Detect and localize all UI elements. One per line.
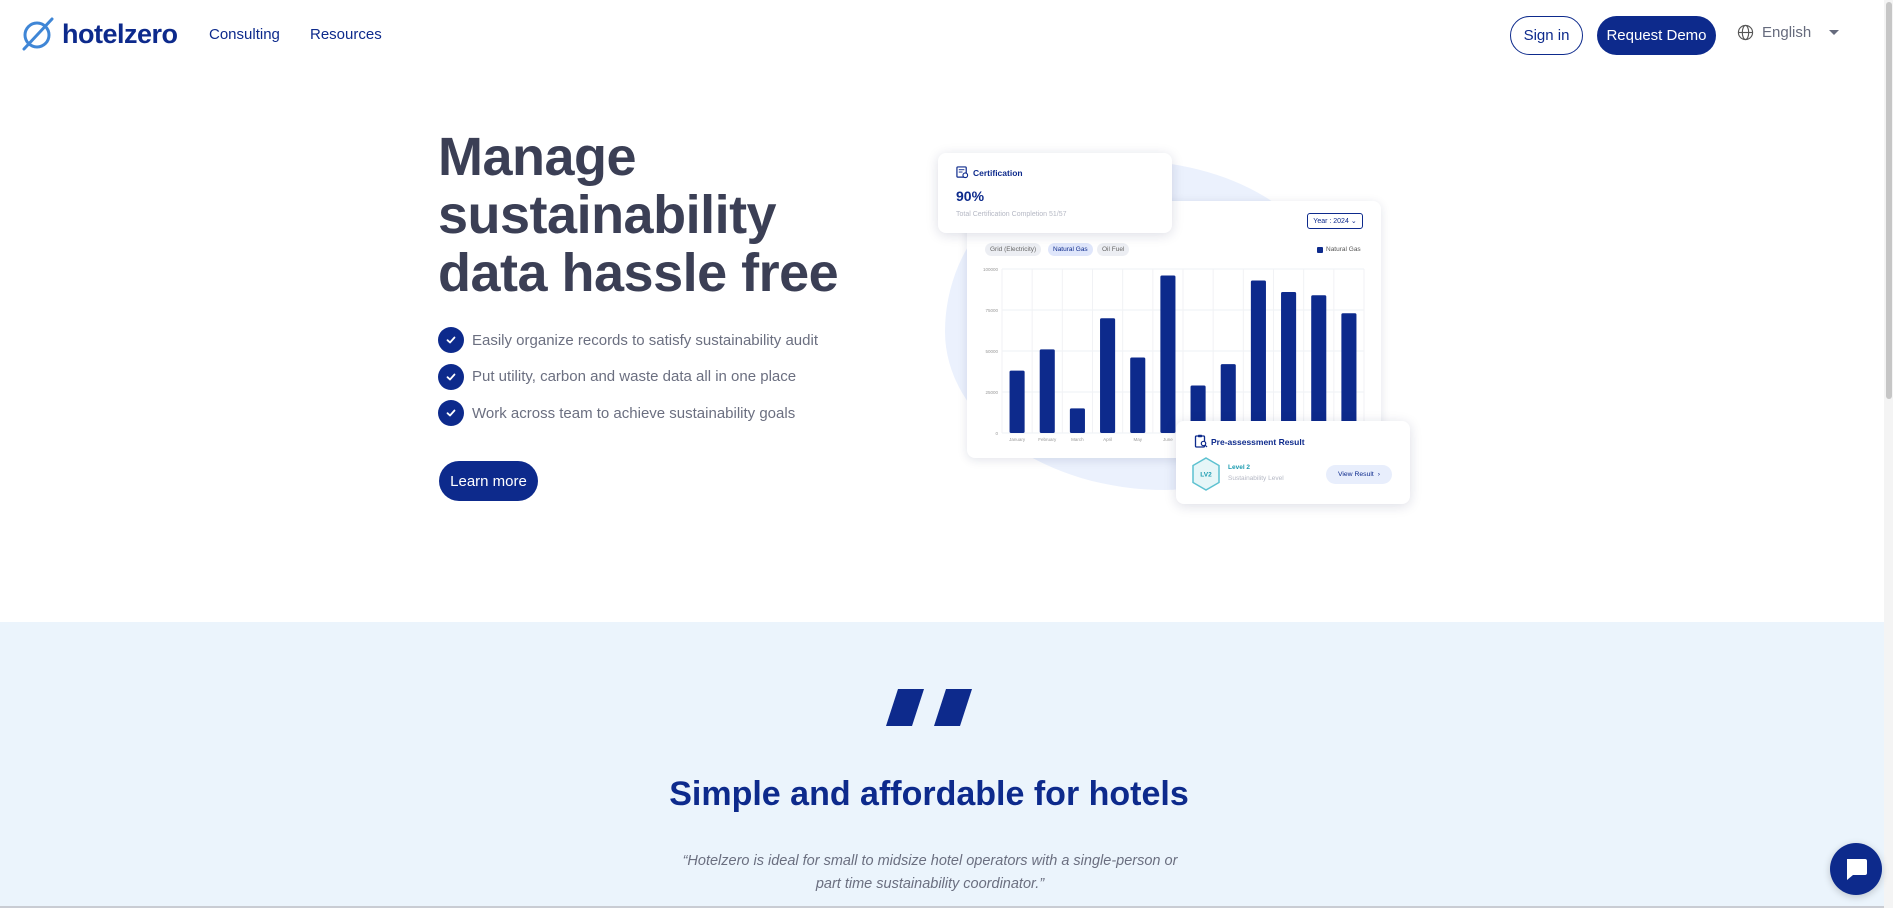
chart-bar xyxy=(1039,349,1055,433)
x-tick-label: April xyxy=(1103,437,1112,442)
check-icon xyxy=(438,327,464,353)
dashboard-chart-card: Year : 2024 ⌄ Grid (Electricity) Natural… xyxy=(967,201,1381,458)
certification-title: Certification xyxy=(973,168,1023,178)
level-badge-text: LV2 xyxy=(1200,472,1212,479)
view-result-button[interactable]: View Result › xyxy=(1326,465,1392,484)
x-tick-label: May xyxy=(1133,437,1142,442)
chart-bar xyxy=(1009,370,1025,433)
chart-bar xyxy=(1130,357,1146,433)
logo[interactable]: hotelzero xyxy=(20,16,178,52)
check-icon xyxy=(438,400,464,426)
y-tick-label: 50000 xyxy=(985,349,998,354)
check-icon xyxy=(438,363,464,390)
certification-subtitle: Total Certification Completion 51/57 xyxy=(956,211,1067,218)
y-tick-label: 25000 xyxy=(985,390,998,395)
chart-bar xyxy=(1341,313,1357,433)
y-tick-label: 0 xyxy=(995,431,998,436)
testimonial-title: Simple and affordable for hotels xyxy=(669,775,1189,813)
nav-link-consulting[interactable]: Consulting xyxy=(209,26,280,43)
chat-icon xyxy=(1847,859,1867,880)
chevron-down-icon xyxy=(1829,30,1840,35)
level-sublabel: Sustainability Level xyxy=(1228,475,1284,482)
certification-value: 90% xyxy=(956,188,985,204)
bar-chart: 0 25000 50000 75000 100000 January February Mar… xyxy=(983,267,1365,442)
nav-link-resources[interactable]: Resources xyxy=(310,26,382,43)
bullet-text: Work across team to achieve sustainabili… xyxy=(472,404,796,422)
scrollbar-thumb[interactable] xyxy=(1886,2,1892,399)
chart-bar xyxy=(1311,295,1327,433)
pre-assessment-card: Pre-assessment Result LV2 Level 2 Sustai… xyxy=(1176,421,1410,504)
bullet-text: Put utility, carbon and waste data all i… xyxy=(472,368,797,385)
globe-icon xyxy=(1737,24,1754,41)
logo-text: hotelzero xyxy=(62,18,178,49)
learn-more-button[interactable]: Learn more xyxy=(439,461,538,501)
list-item: Work across team to achieve sustainabili… xyxy=(438,400,818,426)
certification-card: Certification 90% Total Certification Co… xyxy=(938,153,1172,233)
certificate-icon xyxy=(956,166,969,179)
chart-bar xyxy=(1100,318,1116,433)
chevron-right-icon: › xyxy=(1377,471,1381,478)
x-tick-label: June xyxy=(1163,437,1173,442)
x-tick-label: March xyxy=(1071,437,1084,442)
sign-in-button[interactable]: Sign in xyxy=(1510,16,1583,55)
clipboard-search-icon xyxy=(1194,434,1208,448)
testimonial-quote: “Hotelzero is ideal for small to midsize… xyxy=(682,853,1178,892)
logo-icon xyxy=(22,17,54,51)
chart-bar xyxy=(1069,408,1085,433)
pre-assessment-title: Pre-assessment Result xyxy=(1211,437,1305,447)
y-tick-label: 75000 xyxy=(985,308,998,313)
top-nav: hotelzero Consulting Resources Sign in R… xyxy=(0,0,1893,70)
x-tick-label: January xyxy=(1009,437,1026,442)
quote-icon xyxy=(886,689,972,726)
level-label: Level 2 xyxy=(1228,464,1251,471)
chart-bar xyxy=(1250,280,1266,433)
hero-title: Manage sustainability data hassle free xyxy=(438,127,839,303)
request-demo-button[interactable]: Request Demo xyxy=(1597,16,1716,55)
language-selector[interactable]: English xyxy=(1737,24,1840,41)
x-tick-label: February xyxy=(1038,437,1057,442)
list-item: Put utility, carbon and waste data all i… xyxy=(438,363,818,390)
chart-bar xyxy=(1281,291,1297,433)
chat-button[interactable] xyxy=(1830,843,1882,895)
level-badge-icon: LV2 xyxy=(1192,457,1220,491)
chart-bar xyxy=(1160,275,1176,433)
language-label: English xyxy=(1762,24,1812,41)
hero-bullet-list: Easily organize records to satisfy susta… xyxy=(438,327,818,437)
bullet-text: Easily organize records to satisfy susta… xyxy=(472,331,818,349)
list-item: Easily organize records to satisfy susta… xyxy=(438,327,818,353)
y-tick-label: 100000 xyxy=(983,267,999,272)
view-result-label: View Result xyxy=(1337,471,1374,478)
